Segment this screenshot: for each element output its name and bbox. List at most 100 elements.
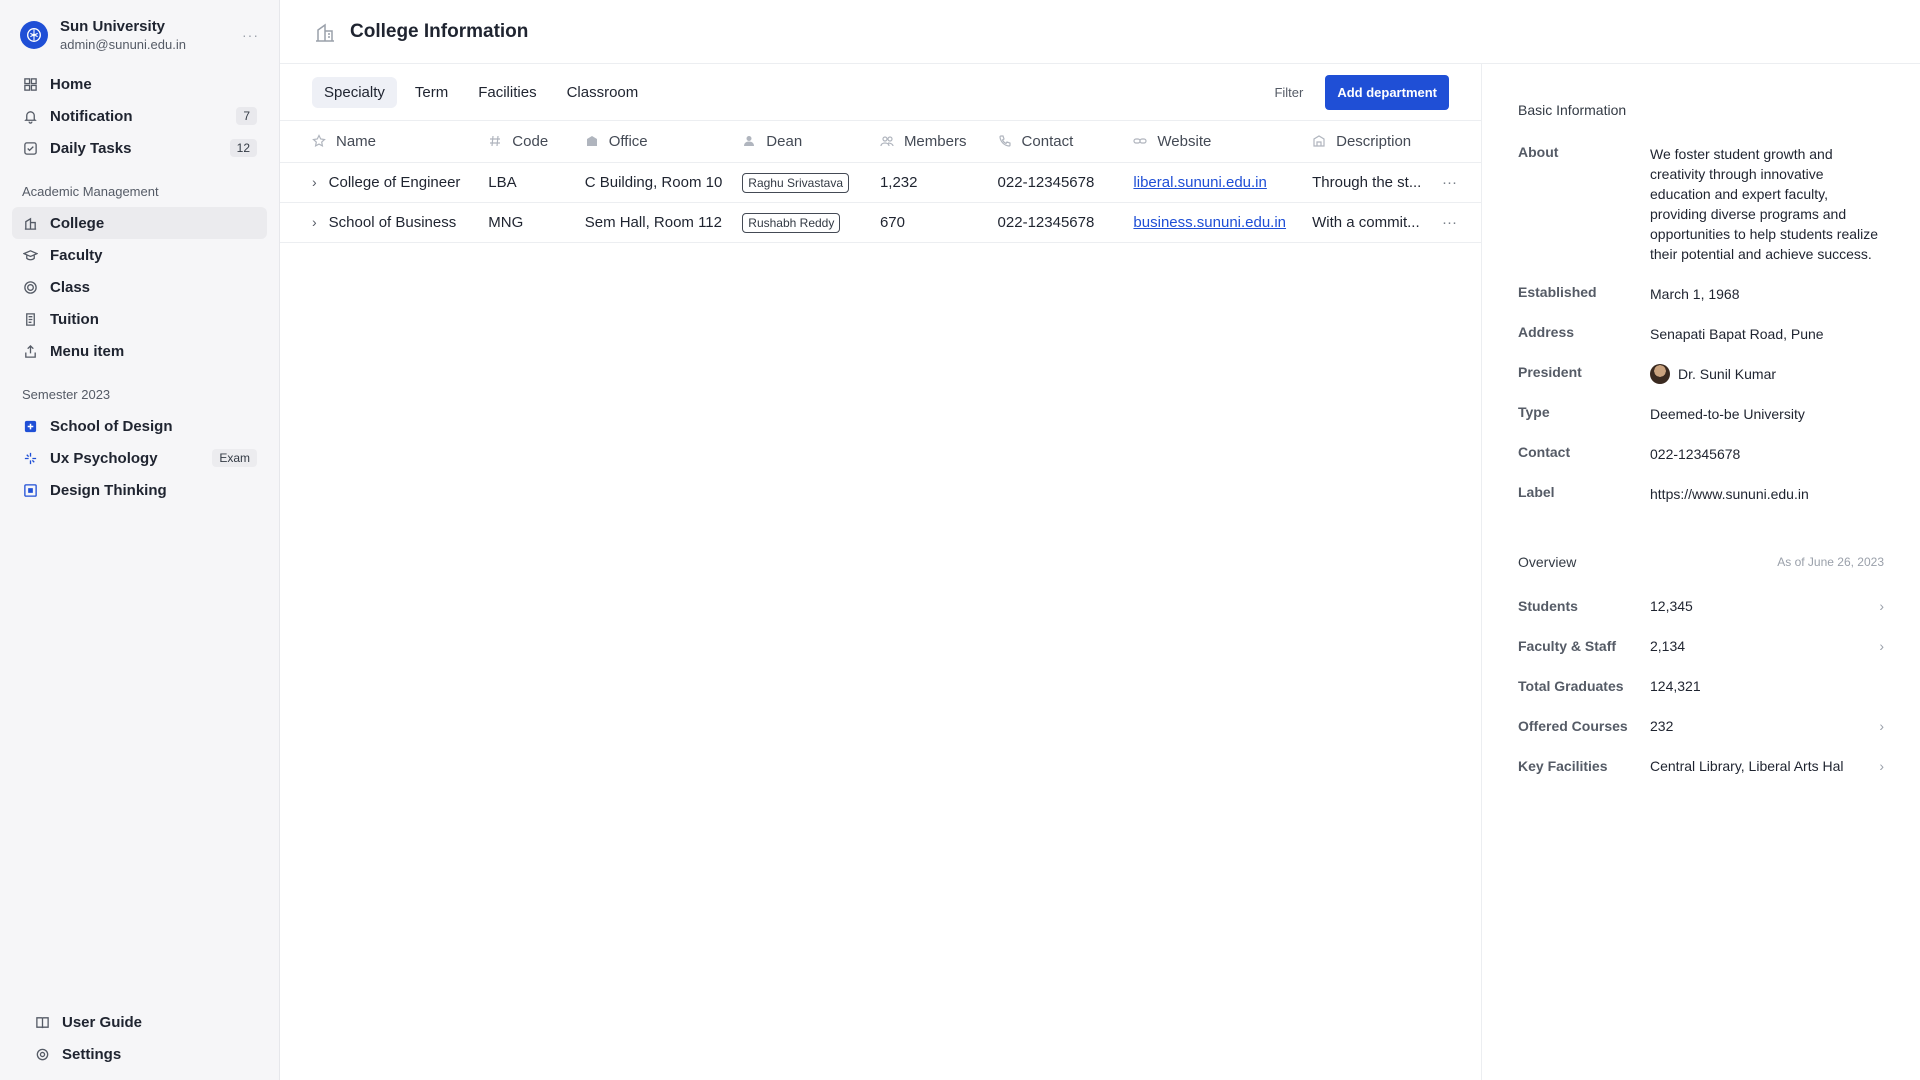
column-header-contact[interactable]: Contact [988,121,1124,163]
column-header-name[interactable]: Name [280,121,478,163]
sidebar-item-faculty[interactable]: Faculty [12,239,267,271]
toolbar: Specialty Term Facilities Classroom Filt… [280,64,1481,120]
chevron-right-icon[interactable]: › [1879,596,1884,616]
sidebar-item-label: Settings [62,1045,122,1063]
website-link[interactable]: liberal.sununi.edu.in [1133,174,1266,191]
receipt-icon [22,311,38,327]
tab-specialty[interactable]: Specialty [312,76,397,108]
chevron-right-icon[interactable]: › [312,174,317,190]
sidebar-item-class[interactable]: Class [12,271,267,303]
sidebar-item-home[interactable]: Home [12,68,267,100]
bottom-nav: User Guide Settings [12,1006,267,1070]
sidebar-item-label: Home [50,75,92,93]
sidebar-item-label: Tuition [50,310,99,328]
tab-classroom[interactable]: Classroom [555,77,651,108]
overview-row-faculty-staff[interactable]: Faculty & Staff 2,134 › [1518,636,1884,656]
chevron-right-icon[interactable]: › [1879,636,1884,656]
sidebar-item-daily-tasks[interactable]: Daily Tasks 12 [12,132,267,164]
sidebar-item-ux-psychology[interactable]: Ux Psychology Exam [12,442,267,474]
basic-info-title: Basic Information [1518,102,1627,118]
dean-badge[interactable]: Raghu Srivastava [742,172,850,193]
grid-icon [22,76,38,92]
sidebar-item-tuition[interactable]: Tuition [12,303,267,335]
department-name: College of Engineer [328,174,461,191]
table-row[interactable]: › School of Business MNG Sem Hall, Room 1… [280,202,1481,243]
info-row-established: Established March 1, 1968 [1518,284,1740,302]
sidebar-item-label: Menu item [50,342,125,360]
tab-term[interactable]: Term [403,77,460,108]
account-email: admin@sununi.edu.in [60,37,186,52]
info-row-contact: Contact 022-12345678 [1518,444,1741,462]
workspace-switcher[interactable]: Sun University admin@sununi.edu.in ··· [0,0,279,68]
plus-square-icon [22,418,38,434]
chevron-right-icon[interactable]: › [1879,716,1884,736]
column-header-actions [1432,121,1481,163]
department-members: 670 [869,202,988,243]
square-dot-icon [22,482,38,498]
department-description: Through the st... [1302,162,1432,203]
sidebar-item-college[interactable]: College [12,207,267,239]
department-code: MNG [478,202,575,243]
page-title: College Information [350,20,529,42]
chevron-right-icon[interactable]: › [1879,756,1884,776]
sidebar-item-design-thinking[interactable]: Design Thinking [12,474,267,506]
semester-nav: School of Design Ux Psychology Exam Desi… [0,410,279,506]
add-department-button[interactable]: Add department [1325,74,1449,110]
department-office: C Building, Room 10 [574,162,733,203]
tab-facilities[interactable]: Facilities [466,77,548,108]
more-options-icon[interactable]: ··· [242,27,259,43]
building-icon [22,215,38,231]
info-row-president: President Dr. Sunil Kumar [1518,364,1777,384]
sidebar-item-school-of-design[interactable]: School of Design [12,410,267,442]
gear-icon [34,1046,50,1062]
sidebar-item-label: Faculty [50,246,103,264]
overview-row-key-facilities[interactable]: Key Facilities Central Library, Liberal … [1518,756,1884,776]
column-header-website[interactable]: Website [1123,121,1302,163]
overview-date: As of June 26, 2023 [1777,555,1884,569]
president-name: Dr. Sunil Kumar [1678,366,1777,382]
row-actions-icon[interactable]: ··· [1442,214,1457,231]
column-header-members[interactable]: Members [870,121,988,163]
spiral-icon [22,279,38,295]
graduation-cap-icon [22,247,38,263]
sidebar-item-label: User Guide [62,1013,143,1031]
info-row-label: Label https://www.sununi.edu.in [1518,484,1809,502]
share-icon [22,343,38,359]
sidebar-item-settings[interactable]: Settings [24,1038,255,1070]
table-row[interactable]: › College of Engineer LBA C Building, Roo… [280,162,1481,203]
department-contact: 022-12345678 [987,162,1124,203]
sidebar-item-menu-item[interactable]: Menu item [12,335,267,367]
department-code: LBA [478,162,575,203]
section-title-semester: Semester 2023 [22,387,111,402]
sidebar-item-label: Ux Psychology [50,449,158,467]
column-header-code[interactable]: Code [478,121,574,163]
sidebar-item-label: Daily Tasks [50,139,132,157]
users-icon [880,134,894,148]
primary-nav: Home Notification 7 Daily Tasks 12 [0,68,279,164]
sidebar-item-label: Design Thinking [50,481,167,499]
filter-button[interactable]: Filter [1274,85,1303,100]
chevron-right-icon[interactable]: › [312,214,317,230]
column-header-description[interactable]: Description [1302,121,1432,163]
overview-title: Overview [1518,554,1577,570]
column-header-dean[interactable]: Dean [732,121,870,163]
info-row-address: Address Senapati Bapat Road, Pune [1518,324,1824,342]
sidebar-item-notification[interactable]: Notification 7 [12,100,267,132]
overview-row-students[interactable]: Students 12,345 › [1518,596,1884,616]
sidebar-item-user-guide[interactable]: User Guide [24,1006,255,1038]
row-actions-icon[interactable]: ··· [1442,174,1457,191]
overview-row-total-graduates: Total Graduates 124,321 [1518,678,1701,694]
website-link[interactable]: business.sununi.edu.in [1133,214,1286,231]
tasks-count-badge: 12 [229,139,257,157]
overview-row-offered-courses[interactable]: Offered Courses 232 › [1518,716,1884,736]
section-title-academic: Academic Management [22,184,159,199]
department-name: School of Business [328,214,457,231]
building-icon [314,21,336,43]
column-header-office[interactable]: Office [575,121,733,163]
academic-nav: College Faculty Class Tuition Menu item [0,207,279,367]
dean-badge[interactable]: Rushabh Reddy [742,212,841,233]
user-icon [742,134,756,148]
university-name: Sun University [60,18,166,35]
building-icon [585,134,599,148]
info-panel: Basic Information About We foster studen… [1482,64,1920,1080]
